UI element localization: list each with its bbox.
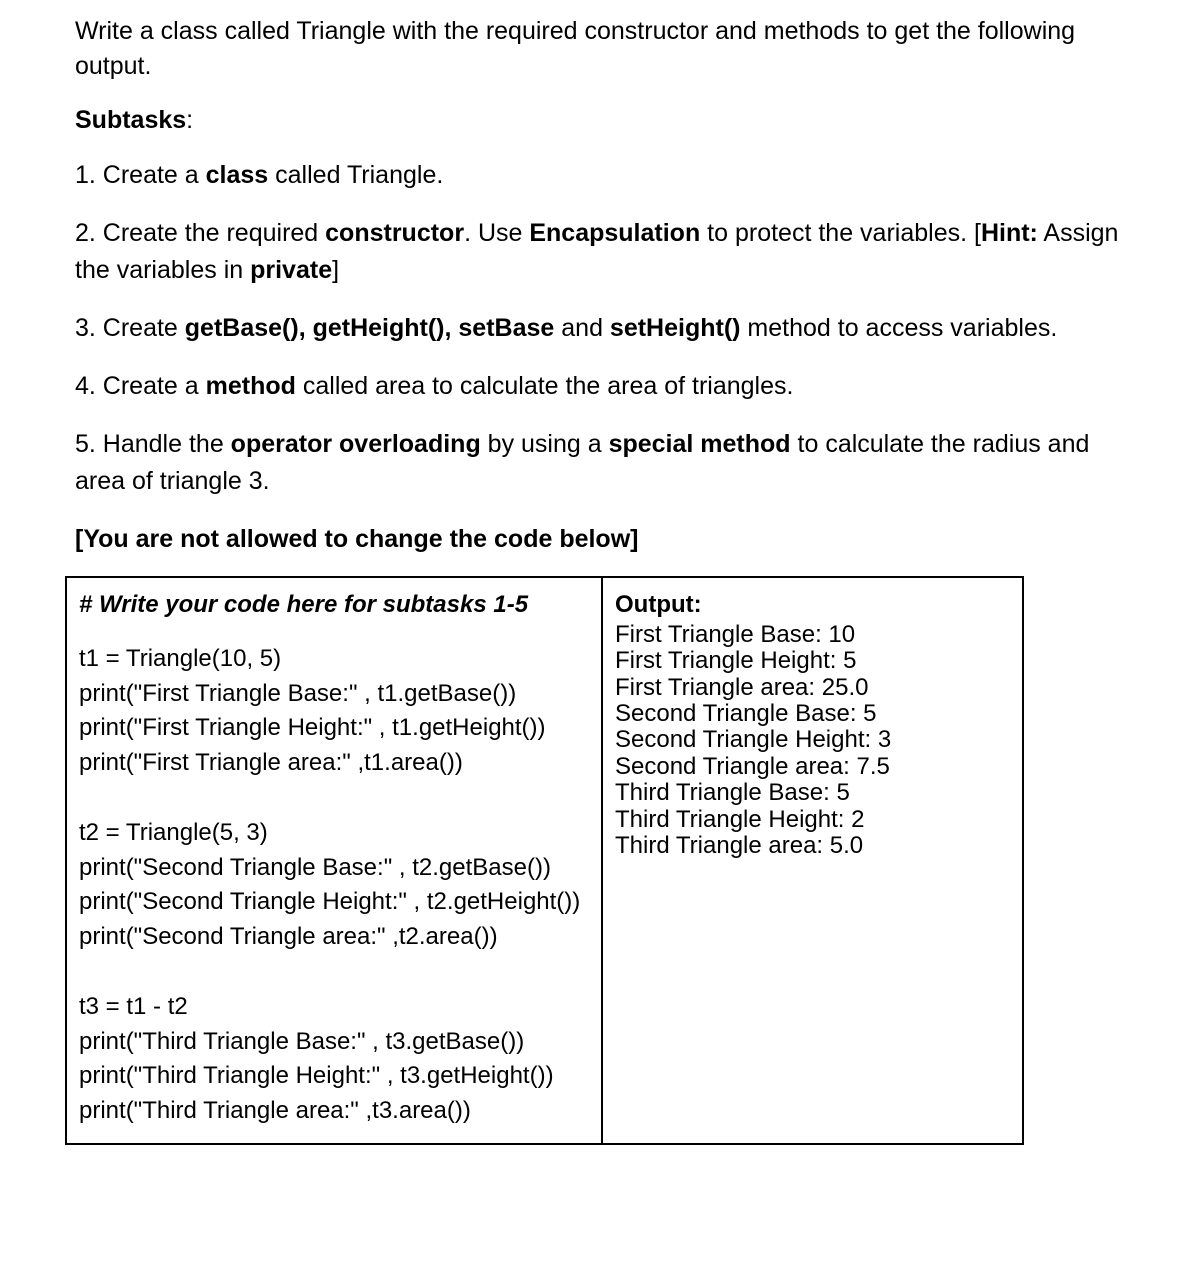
task-1-suffix: called Triangle. — [268, 161, 443, 189]
output-cell: Output: First Triangle Base: 10 First Tr… — [602, 577, 1023, 1144]
task-2-mid-2: to protect the variables. [ — [700, 219, 981, 247]
task-2: 2. Create the required constructor. Use … — [75, 215, 1125, 288]
subtasks-label: Subtasks — [75, 106, 186, 134]
task-5-bold-2: special method — [609, 430, 791, 458]
task-2-bold-1: constructor — [325, 219, 464, 247]
task-5: 5. Handle the operator overloading by us… — [75, 426, 1125, 499]
code-body: t1 = Triangle(10, 5) print("First Triang… — [79, 642, 589, 1129]
code-header: # Write your code here for subtasks 1-5 — [79, 588, 589, 622]
code-cell: # Write your code here for subtasks 1-5 … — [66, 577, 602, 1144]
task-5-bold-1: operator overloading — [231, 430, 481, 458]
output-body: First Triangle Base: 10 First Triangle H… — [615, 622, 1010, 860]
subtasks-colon: : — [186, 106, 193, 134]
code-output-table: # Write your code here for subtasks 1-5 … — [65, 576, 1024, 1145]
task-2-bold-3: Hint: — [981, 219, 1038, 247]
task-4-prefix: 4. Create a — [75, 372, 206, 400]
task-2-bold-4: private — [250, 256, 332, 284]
task-3-prefix: 3. Create — [75, 314, 185, 342]
page-container: Write a class called Triangle with the r… — [0, 0, 1200, 1278]
task-1: 1. Create a class called Triangle. — [75, 157, 1125, 193]
task-2-mid-1: . Use — [464, 219, 529, 247]
task-3-suffix: method to access variables. — [740, 314, 1057, 342]
task-3-bold-1: getBase(), getHeight(), setBase — [185, 314, 555, 342]
task-5-prefix: 5. Handle the — [75, 430, 231, 458]
locked-code-note: [You are not allowed to change the code … — [75, 525, 1125, 554]
output-header: Output: — [615, 591, 702, 618]
task-3-mid-1: and — [554, 314, 610, 342]
intro-paragraph: Write a class called Triangle with the r… — [75, 14, 1125, 84]
task-4-bold-1: method — [206, 372, 296, 400]
task-2-suffix: ] — [332, 256, 339, 284]
task-3: 3. Create getBase(), getHeight(), setBas… — [75, 310, 1125, 346]
subtasks-heading: Subtasks: — [75, 106, 1125, 135]
task-2-prefix: 2. Create the required — [75, 219, 325, 247]
task-1-bold-1: class — [206, 161, 269, 189]
task-2-bold-2: Encapsulation — [529, 219, 700, 247]
task-1-prefix: 1. Create a — [75, 161, 206, 189]
task-5-mid-1: by using a — [481, 430, 609, 458]
task-3-bold-2: setHeight() — [610, 314, 741, 342]
task-4: 4. Create a method called area to calcul… — [75, 368, 1125, 404]
task-4-suffix: called area to calculate the area of tri… — [296, 372, 794, 400]
